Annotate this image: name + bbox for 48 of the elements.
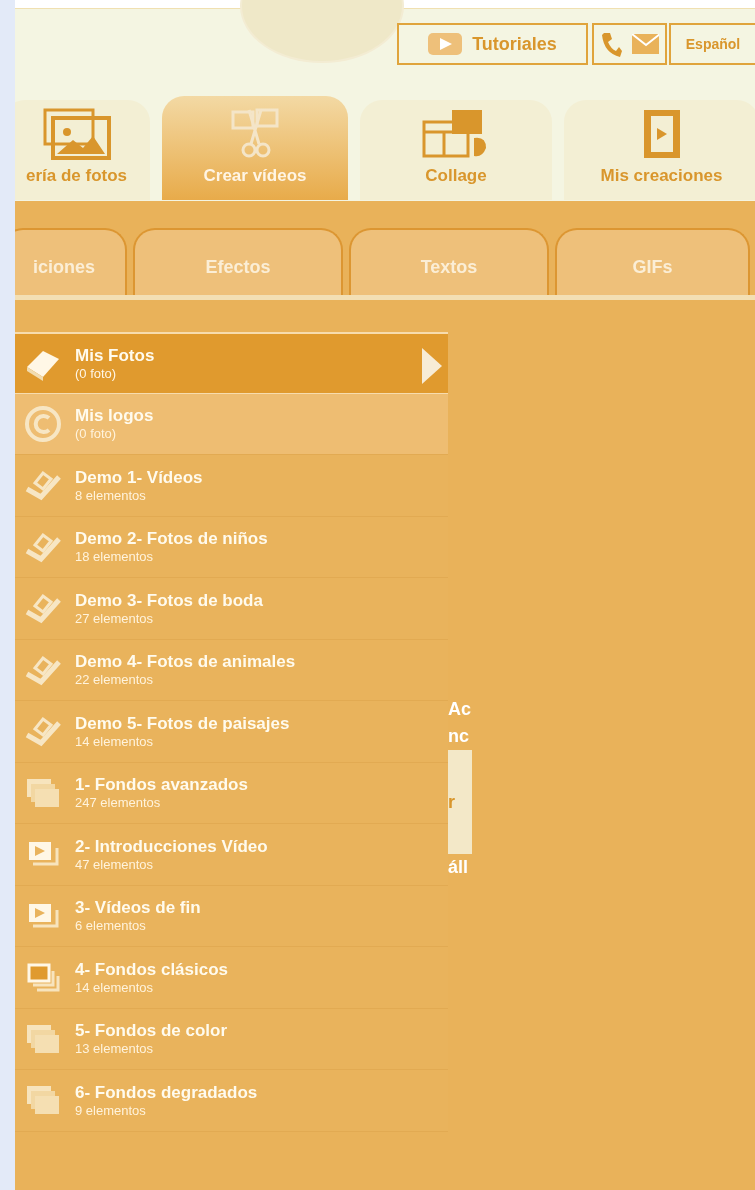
main-tab[interactable]: Crear vídeos [162, 96, 348, 200]
album-count: (0 foto) [75, 365, 118, 381]
album-title: 4- Fondos clásicos [75, 959, 229, 980]
panel-text: áll [448, 856, 469, 879]
album-count: 14 elementos [75, 979, 155, 995]
album-title: Demo 2- Fotos de niños [75, 529, 268, 550]
album-count: 9 elementos [75, 1102, 147, 1118]
sub-tab[interactable]: Efectos [133, 228, 343, 295]
album-title: Demo 3- Fotos de boda [75, 590, 263, 611]
album-count: 22 elementos [75, 672, 155, 688]
album-item[interactable]: Mis logos (0 foto) [15, 393, 448, 455]
language-button[interactable]: Español [669, 23, 755, 65]
album-count: 247 elementos [75, 795, 162, 811]
album-count: 27 elementos [75, 610, 155, 626]
album-item[interactable]: Mis Fotos (0 foto) [15, 332, 448, 394]
panel-text: r [448, 791, 455, 813]
envelope-icon [631, 34, 659, 54]
panel-text: nc [448, 725, 470, 748]
album-title: Demo 4- Fotos de animales [75, 652, 296, 673]
album-title: Mis Fotos [75, 345, 155, 366]
album-count: 14 elementos [75, 733, 155, 749]
album-count: 47 elementos [75, 856, 155, 872]
arrow-icon [420, 348, 442, 384]
album-title: Mis logos [75, 406, 154, 427]
album-title: 1- Fondos avanzados [75, 775, 248, 796]
album-count: 18 elementos [75, 549, 155, 565]
album-title: 5- Fondos de color [75, 1021, 228, 1042]
album-count: 6 elementos [75, 918, 147, 934]
album-title: Demo 5- Fotos de paisajes [75, 713, 290, 734]
sub-tab[interactable]: iciones [15, 228, 127, 295]
album-title: Demo 1- Vídeos [75, 467, 203, 488]
copyright-icon [23, 403, 63, 444]
play-icon [428, 33, 463, 55]
contact-button[interactable] [592, 23, 667, 65]
main-tab[interactable]: Mis creaciones [564, 100, 755, 200]
sub-tab[interactable]: Textos [349, 228, 549, 295]
album-count: 8 elementos [75, 487, 147, 503]
phone-icon [600, 31, 622, 57]
album-title: 2- Introducciones Vídeo [75, 836, 268, 857]
sub-tab[interactable]: GIFs [555, 228, 750, 295]
album-count: (0 foto) [75, 426, 118, 442]
main-tab[interactable]: ería de fotos [15, 100, 150, 200]
album-count: 13 elementos [75, 1041, 155, 1057]
tutorials-button[interactable]: Tutoriales [397, 23, 588, 65]
panel-text: Ac [448, 698, 472, 721]
album-title: 3- Vídeos de fin [75, 898, 201, 919]
main-tab[interactable]: Collage [360, 100, 552, 200]
album-title: 6- Fondos degradados [75, 1082, 258, 1103]
